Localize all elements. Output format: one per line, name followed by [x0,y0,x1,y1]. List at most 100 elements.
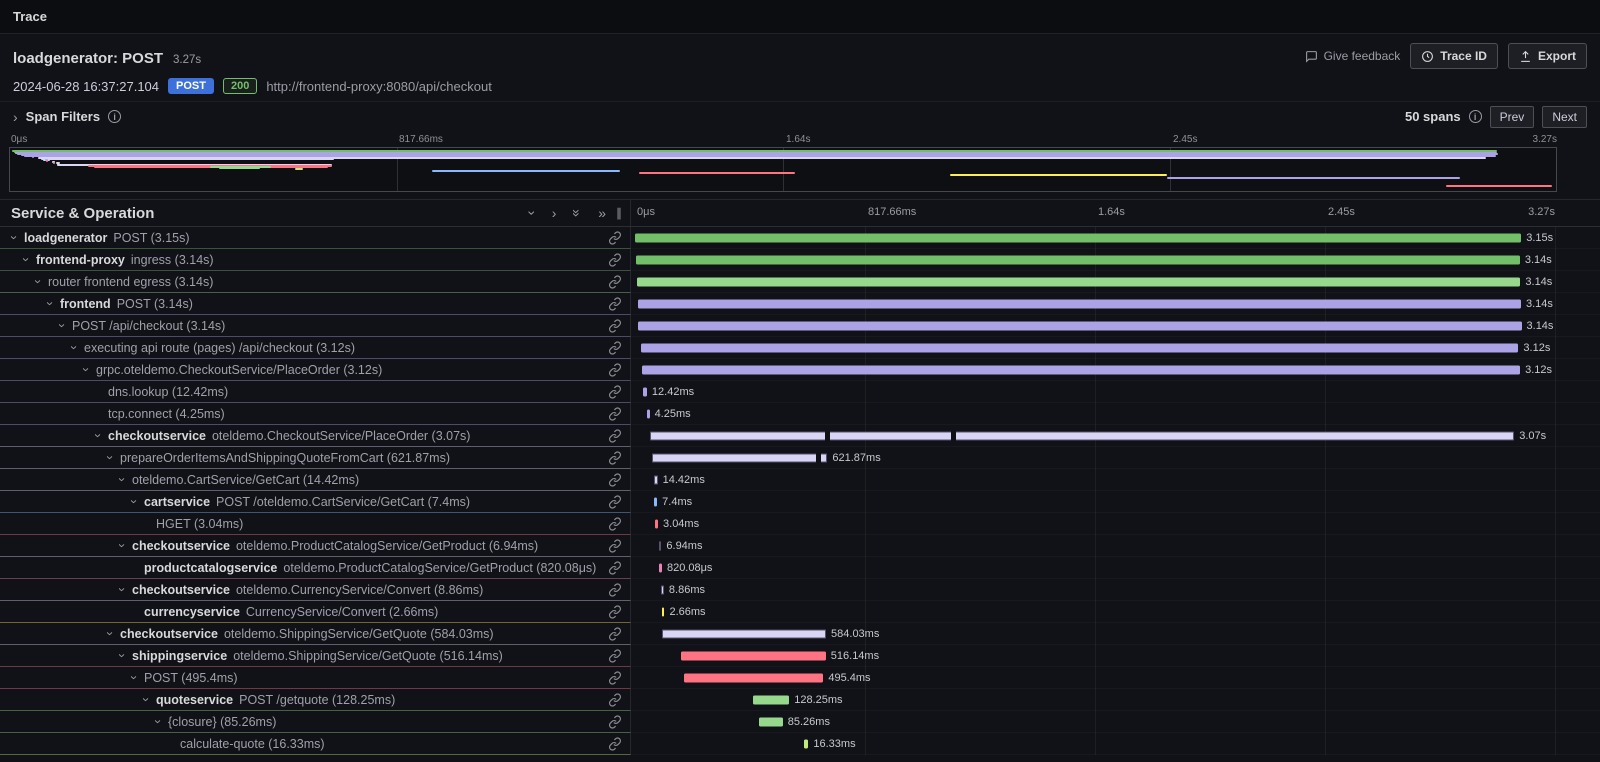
link-icon[interactable] [608,495,622,509]
span-timeline-cell[interactable]: 820.08μs [631,557,1600,579]
span-bar[interactable] [654,475,658,484]
span-timeline-cell[interactable]: 16.33ms [631,733,1600,755]
span-bar[interactable] [659,541,662,550]
span-bar[interactable] [662,629,826,638]
span-row[interactable]: › POST (495.4ms) 495.4ms [0,667,1600,689]
span-name-cell[interactable]: › currencyservice CurrencyService/Conver… [0,601,631,623]
span-bar[interactable] [681,651,826,660]
link-icon[interactable] [608,253,622,267]
span-row[interactable]: › POST /api/checkout (3.14s) 3.14s [0,315,1600,337]
span-bar[interactable] [635,233,1521,242]
link-icon[interactable] [608,473,622,487]
span-name-cell[interactable]: › dns.lookup (12.42ms) [0,381,631,403]
span-timeline-cell[interactable]: 495.4ms [631,667,1600,689]
link-icon[interactable] [608,693,622,707]
chevron-down-icon[interactable]: › [127,495,142,508]
span-name-cell[interactable]: › router frontend egress (3.14s) [0,271,631,293]
link-icon[interactable] [608,297,622,311]
chevron-down-icon[interactable]: › [19,253,34,266]
span-row[interactable]: › frontend-proxy ingress (3.14s) 3.14s [0,249,1600,271]
span-timeline-cell[interactable]: 3.14s [631,249,1600,271]
span-bar[interactable] [804,739,809,748]
span-name-cell[interactable]: › productcatalogservice oteldemo.Product… [0,557,631,579]
span-name-cell[interactable]: › cartservice POST /oteldemo.CartService… [0,491,631,513]
span-bar[interactable] [652,453,827,462]
span-row[interactable]: › checkoutservice oteldemo.ShippingServi… [0,623,1600,645]
link-icon[interactable] [608,231,622,245]
span-row[interactable]: › tcp.connect (4.25ms) 4.25ms [0,403,1600,425]
span-bar[interactable] [661,585,664,594]
column-resize-handle[interactable]: ∥ [616,206,622,220]
span-name-cell[interactable]: › checkoutservice oteldemo.CheckoutServi… [0,425,631,447]
span-timeline-cell[interactable]: 4.25ms [631,403,1600,425]
chevron-down-icon[interactable]: › [55,319,70,332]
expand-one-icon[interactable]: › [552,206,557,220]
span-timeline-cell[interactable]: 128.25ms [631,689,1600,711]
span-timeline-cell[interactable]: 14.42ms [631,469,1600,491]
span-bar[interactable] [638,299,1521,308]
span-bar[interactable] [659,563,662,572]
span-bar[interactable] [650,431,1514,440]
collapse-one-icon[interactable]: › [525,211,539,216]
span-name-cell[interactable]: › HGET (3.04ms) [0,513,631,535]
span-timeline-cell[interactable]: 3.15s [631,227,1600,249]
link-icon[interactable] [608,429,622,443]
link-icon[interactable] [608,671,622,685]
span-timeline-cell[interactable]: 2.66ms [631,601,1600,623]
span-row[interactable]: › checkoutservice oteldemo.ProductCatalo… [0,535,1600,557]
span-name-cell[interactable]: › prepareOrderItemsAndShippingQuoteFromC… [0,447,631,469]
span-bar[interactable] [637,277,1520,286]
link-icon[interactable] [608,341,622,355]
chevron-down-icon[interactable]: › [151,715,166,728]
link-icon[interactable] [608,627,622,641]
span-name-cell[interactable]: › tcp.connect (4.25ms) [0,403,631,425]
span-name-cell[interactable]: › quoteservice POST /getquote (128.25ms) [0,689,631,711]
link-icon[interactable] [608,517,622,531]
span-timeline-cell[interactable]: 516.14ms [631,645,1600,667]
span-name-cell[interactable]: › executing api route (pages) /api/check… [0,337,631,359]
span-name-cell[interactable]: › calculate-quote (16.33ms) [0,733,631,755]
span-row[interactable]: › cartservice POST /oteldemo.CartService… [0,491,1600,513]
span-row[interactable]: › checkoutservice oteldemo.CurrencyServi… [0,579,1600,601]
span-name-cell[interactable]: › loadgenerator POST (3.15s) [0,227,631,249]
chevron-down-icon[interactable]: › [115,473,130,486]
chevron-down-icon[interactable]: › [115,539,130,552]
span-name-cell[interactable]: › frontend-proxy ingress (3.14s) [0,249,631,271]
span-timeline-cell[interactable]: 12.42ms [631,381,1600,403]
minimap-viewport[interactable] [9,147,1557,192]
span-name-cell[interactable]: › {closure} (85.26ms) [0,711,631,733]
collapse-all-icon[interactable]: » [570,209,584,217]
span-name-cell[interactable]: › POST /api/checkout (3.14s) [0,315,631,337]
span-row[interactable]: › quoteservice POST /getquote (128.25ms)… [0,689,1600,711]
span-timeline-cell[interactable]: 621.87ms [631,447,1600,469]
span-bar[interactable] [654,497,657,506]
chevron-down-icon[interactable]: › [103,451,118,464]
span-bar[interactable] [636,255,1519,264]
span-timeline-cell[interactable]: 85.26ms [631,711,1600,733]
link-icon[interactable] [608,583,622,597]
next-button[interactable]: Next [1542,106,1587,128]
span-row[interactable]: › productcatalogservice oteldemo.Product… [0,557,1600,579]
span-name-cell[interactable]: › shippingservice oteldemo.ShippingServi… [0,645,631,667]
span-name-cell[interactable]: › frontend POST (3.14s) [0,293,631,315]
chevron-down-icon[interactable]: › [103,627,118,640]
chevron-down-icon[interactable]: › [31,275,46,288]
link-icon[interactable] [608,649,622,663]
link-icon[interactable] [608,275,622,289]
span-timeline-cell[interactable]: 8.86ms [631,579,1600,601]
link-icon[interactable] [608,385,622,399]
link-icon[interactable] [608,363,622,377]
prev-button[interactable]: Prev [1490,106,1535,128]
trace-id-button[interactable]: Trace ID [1410,43,1498,69]
span-bar[interactable] [641,343,1519,352]
chevron-down-icon[interactable]: › [115,583,130,596]
span-bar[interactable] [647,409,650,418]
span-bar[interactable] [662,607,665,616]
span-timeline-cell[interactable]: 3.14s [631,293,1600,315]
span-timeline-cell[interactable]: 3.07s [631,425,1600,447]
span-name-cell[interactable]: › grpc.oteldemo.CheckoutService/PlaceOrd… [0,359,631,381]
span-bar[interactable] [759,717,783,726]
chevron-down-icon[interactable]: › [139,693,154,706]
span-timeline-cell[interactable]: 7.4ms [631,491,1600,513]
span-name-cell[interactable]: › oteldemo.CartService/GetCart (14.42ms) [0,469,631,491]
